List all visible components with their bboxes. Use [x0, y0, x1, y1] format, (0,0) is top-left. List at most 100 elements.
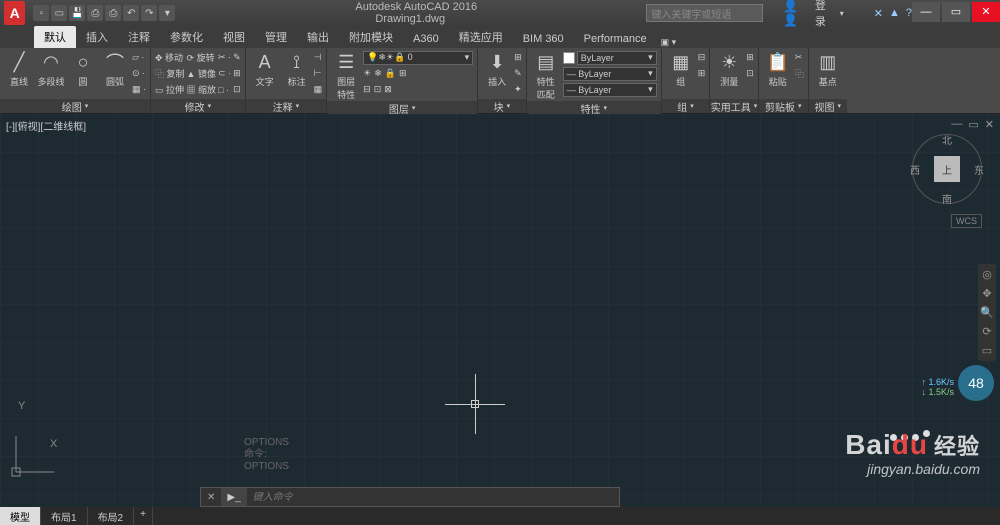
drawing-viewport[interactable]: [-][俯视][二维线框] — ▭ ✕ 上 北 南 东 西 WCS ◎ ✥ 🔍 … — [0, 114, 1000, 507]
stretch-button[interactable]: ▭ 拉伸 — [155, 82, 185, 97]
qat-dropdown-icon[interactable]: ▾ — [159, 5, 175, 21]
array-button[interactable]: □ · — [218, 82, 231, 97]
rotate-button[interactable]: ⟳ 旋转 — [187, 50, 217, 65]
nav-orbit-icon[interactable]: ⟳ — [982, 325, 991, 338]
viewcube-west[interactable]: 西 — [910, 162, 920, 177]
layer-tool-1[interactable]: ☀ — [363, 68, 371, 79]
block-attr[interactable]: ✦ — [514, 82, 522, 97]
tab-view[interactable]: 视图 — [213, 26, 255, 48]
tab-default[interactable]: 默认 — [34, 26, 76, 48]
color-swatch[interactable] — [563, 52, 575, 64]
color-combo[interactable]: ByLayer▾ — [577, 51, 657, 65]
layer-tool-5[interactable]: ⊟ — [363, 84, 371, 95]
paste-button[interactable]: 📋粘贴 — [763, 50, 793, 88]
base-button[interactable]: ▥基点 — [813, 50, 843, 88]
qat-redo-icon[interactable]: ↷ — [141, 5, 157, 21]
tab-parametric[interactable]: 参数化 — [160, 26, 213, 48]
vp-close-icon[interactable]: ✕ — [985, 118, 994, 131]
tab-manage[interactable]: 管理 — [255, 26, 297, 48]
exchange-icon[interactable]: ✕ — [874, 7, 883, 20]
qat-open-icon[interactable]: ▭ — [51, 5, 67, 21]
command-line[interactable]: ✕ ▶_ — [200, 487, 620, 507]
block-edit[interactable]: ✎ — [514, 66, 522, 81]
layer-tool-3[interactable]: 🔒 — [385, 68, 396, 79]
qat-save-icon[interactable]: 💾 — [69, 5, 85, 21]
move-button[interactable]: ✥ 移动 — [155, 50, 185, 65]
line-button[interactable]: ╱直线 — [4, 50, 34, 88]
anno-extra-1[interactable]: ⊣ — [314, 50, 323, 65]
anno-extra-3[interactable]: ▦ — [314, 82, 323, 97]
tab-a360[interactable]: A360 — [403, 30, 449, 48]
wcs-label[interactable]: WCS — [951, 214, 982, 228]
layer-tool-7[interactable]: ⊠ — [384, 84, 392, 95]
login-dropdown-icon[interactable]: ▾ — [840, 9, 844, 18]
tab-layout2[interactable]: 布局2 — [88, 507, 135, 525]
modify-extra-1[interactable]: ✎ — [233, 50, 241, 65]
maximize-button[interactable]: ▭ — [942, 2, 970, 22]
linetype-combo[interactable]: — ByLayer▾ — [563, 83, 657, 97]
layer-tool-6[interactable]: ⊡ — [374, 84, 382, 95]
anno-extra-2[interactable]: ⊢ — [314, 66, 323, 81]
tab-output[interactable]: 输出 — [297, 26, 339, 48]
tab-performance[interactable]: Performance — [574, 30, 657, 48]
viewcube-face[interactable]: 上 — [934, 156, 960, 182]
cmdline-close-icon[interactable]: ✕ — [201, 492, 221, 503]
nav-showmotion-icon[interactable]: ▭ — [982, 344, 992, 357]
group-extra[interactable]: ⊟ — [698, 50, 706, 65]
viewcube-south[interactable]: 南 — [942, 191, 952, 206]
match-properties-button[interactable]: ▤特性 匹配 — [531, 50, 561, 101]
block-create[interactable]: ⊞ — [514, 50, 522, 65]
lineweight-combo[interactable]: — ByLayer▾ — [563, 67, 657, 81]
layer-properties-button[interactable]: ☰图层 特性 — [331, 50, 361, 101]
tab-layout1[interactable]: 布局1 — [41, 507, 88, 525]
insert-block-button[interactable]: ⬇插入 — [482, 50, 512, 88]
qat-print-icon[interactable]: ⎙ — [105, 5, 121, 21]
fillet-button[interactable]: ⊂ · — [218, 66, 231, 81]
group-button[interactable]: ▦组 — [666, 50, 696, 88]
tab-annotate[interactable]: 注释 — [118, 26, 160, 48]
circle-button[interactable]: ○圆 — [68, 50, 98, 88]
command-input[interactable] — [247, 492, 619, 503]
minimize-button[interactable]: — — [912, 2, 940, 22]
user-area[interactable]: 👤👤 登录 ▾ — [783, 0, 843, 29]
trim-button[interactable]: ✂ · — [218, 50, 231, 65]
arc-button[interactable]: ⌒圆弧 — [100, 50, 130, 88]
search-input[interactable]: 键入关键字或短语 — [646, 4, 763, 22]
tab-overflow-icon[interactable]: ▣ ▾ — [661, 37, 677, 48]
draw-extra-1[interactable]: ▱ · — [132, 50, 146, 65]
qat-new-icon[interactable]: ▫ — [33, 5, 49, 21]
modify-extra-2[interactable]: ⊞ — [233, 66, 241, 81]
viewport-label[interactable]: [-][俯视][二维线框] — [6, 118, 86, 133]
polyline-button[interactable]: ◠多段线 — [36, 50, 66, 88]
viewcube-north[interactable]: 北 — [942, 132, 952, 147]
dimension-button[interactable]: ⟟标注 — [282, 50, 312, 88]
nav-zoom-icon[interactable]: 🔍 — [980, 306, 994, 319]
qat-saveas-icon[interactable]: ⎙ — [87, 5, 103, 21]
nav-pan-icon[interactable]: ✥ — [982, 287, 991, 300]
tab-model[interactable]: 模型 — [0, 507, 41, 525]
vp-maximize-icon[interactable]: ▭ — [968, 118, 978, 131]
layer-combo[interactable]: 💡❄☀🔒 0▾ — [363, 51, 473, 65]
text-button[interactable]: A文字 — [250, 50, 280, 88]
tab-insert[interactable]: 插入 — [76, 26, 118, 48]
speed-badge[interactable]: 48 — [958, 365, 994, 401]
layer-tool-2[interactable]: ❄ — [374, 68, 382, 79]
close-button[interactable]: ✕ — [972, 2, 1000, 22]
a360-icon[interactable]: ▲ — [889, 7, 900, 20]
layer-tool-4[interactable]: ⊞ — [399, 68, 407, 79]
tab-addins[interactable]: 附加模块 — [339, 26, 403, 48]
copy-button[interactable]: ⿻ 复制 — [155, 66, 185, 81]
nav-wheel-icon[interactable]: ◎ — [982, 268, 992, 281]
mirror-button[interactable]: ▲ 镜像 — [187, 66, 217, 81]
qat-undo-icon[interactable]: ↶ — [123, 5, 139, 21]
app-logo[interactable]: A — [4, 1, 25, 25]
modify-extra-3[interactable]: ⊡ — [233, 82, 241, 97]
viewcube[interactable]: 上 北 南 东 西 — [912, 134, 982, 204]
tab-featured[interactable]: 精选应用 — [449, 26, 513, 48]
viewcube-east[interactable]: 东 — [974, 162, 984, 177]
measure-button[interactable]: ☀测量 — [714, 50, 744, 88]
tab-bim360[interactable]: BIM 360 — [513, 30, 574, 48]
draw-extra-3[interactable]: ▦ · — [132, 82, 146, 97]
draw-extra-2[interactable]: ⊙ · — [132, 66, 146, 81]
vp-minimize-icon[interactable]: — — [951, 118, 962, 131]
